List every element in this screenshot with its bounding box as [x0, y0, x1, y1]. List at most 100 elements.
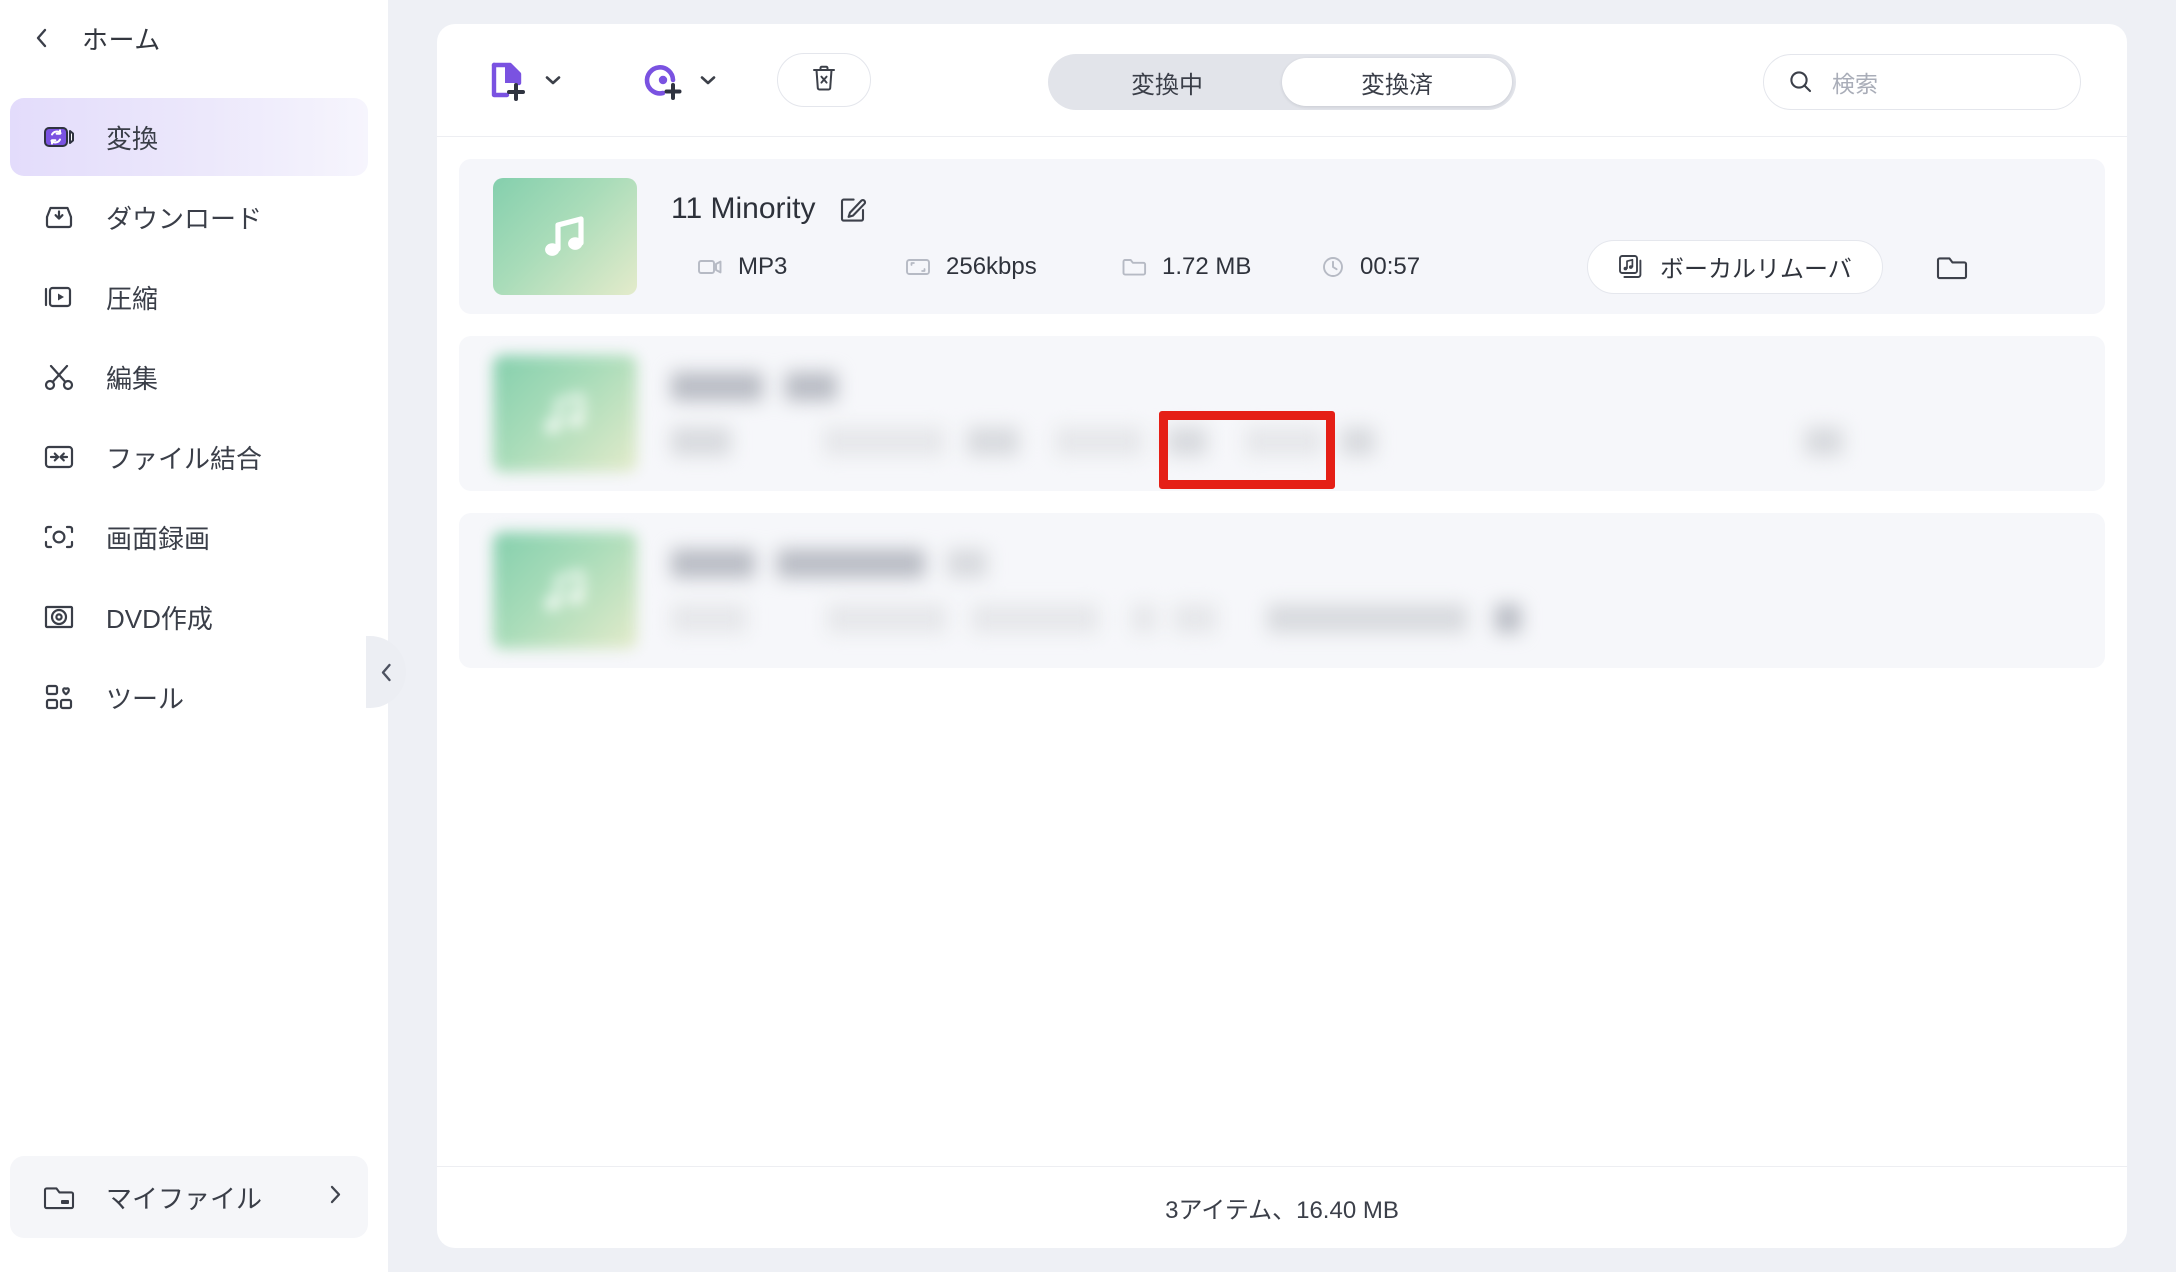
- obscured-meta-row: [671, 426, 2105, 456]
- file-format-value: MP3: [738, 252, 788, 280]
- obscured-block: [1805, 426, 1843, 456]
- sidebar-item-label: 圧縮: [106, 283, 159, 314]
- video-camera-icon: [697, 256, 723, 278]
- tab-converting[interactable]: 変換中: [1052, 58, 1282, 106]
- sidebar-item-screen-record[interactable]: 画面録画: [10, 498, 368, 576]
- sidebar-item-label: ツール: [106, 683, 185, 714]
- clock-icon: [1321, 255, 1345, 279]
- file-thumbnail: [493, 532, 637, 649]
- file-info: 11 Minority MP3 256kbps 1.72 MB 00:57 ボー…: [637, 178, 2105, 295]
- sidebar-header: ホーム: [0, 0, 388, 76]
- sidebar-item-merge[interactable]: ファイル結合: [10, 418, 368, 496]
- sidebar-item-download[interactable]: ダウンロード: [10, 178, 368, 256]
- home-label[interactable]: ホーム: [82, 20, 161, 57]
- obscured-block: [967, 426, 1019, 456]
- obscured-block: [1167, 426, 1207, 456]
- obscured-block: [947, 548, 987, 578]
- content-panel: 変換中 変換済 検索 11 Minority MP3 256kbps 1.72 …: [437, 24, 2127, 1248]
- vocal-remover-button[interactable]: ボーカルリムーバ: [1587, 239, 1883, 294]
- sidebar-item-label: ダウンロード: [106, 203, 263, 234]
- sidebar-item-my-files[interactable]: マイファイル: [10, 1156, 368, 1238]
- table-row[interactable]: 11 Minority MP3 256kbps 1.72 MB 00:57 ボー…: [459, 159, 2105, 489]
- edit-pencil-icon[interactable]: [838, 194, 868, 224]
- music-note-icon: [536, 385, 594, 443]
- add-file-icon: [485, 57, 531, 103]
- sidebar-item-label: DVD作成: [106, 603, 213, 634]
- trash-x-icon: [811, 64, 837, 97]
- obscured-block: [777, 548, 925, 578]
- obscured-block: [1245, 426, 1323, 456]
- folder-icon: [40, 1178, 78, 1216]
- obscured-block: [671, 603, 747, 633]
- add-disc-button[interactable]: [640, 57, 717, 103]
- chevron-left-icon[interactable]: [28, 25, 54, 51]
- file-format: MP3: [671, 253, 905, 281]
- app-window: ホーム 変換 ダウンロード 圧縮 編集 ファイル結合 画面録画 DVD作成 ツー…: [0, 0, 2176, 1272]
- obscured-block: [671, 371, 763, 401]
- search-input[interactable]: 検索: [1832, 65, 1878, 99]
- main-area: 変換中 変換済 検索 11 Minority MP3 256kbps 1.72 …: [388, 0, 2176, 1272]
- sidebar-item-convert[interactable]: 変換: [10, 98, 368, 176]
- vocal-remover-icon: [1618, 254, 1644, 280]
- obscured-meta-row: [671, 603, 2105, 633]
- folder-icon: [1121, 256, 1147, 278]
- file-meta-row: MP3 256kbps 1.72 MB 00:57 ボーカルリムーバ: [671, 239, 2105, 294]
- folder-open-icon[interactable]: [1935, 252, 1969, 282]
- obscured-block: [827, 603, 947, 633]
- toolbox-grid-icon: [40, 678, 78, 716]
- vocal-remover-label: ボーカルリムーバ: [1660, 256, 1852, 283]
- footer-status-bar: 3アイテム、16.40 MB: [437, 1166, 2127, 1248]
- convert-video-icon: [40, 118, 78, 156]
- file-size-value: 1.72 MB: [1162, 252, 1252, 280]
- file-list: 11 Minority MP3 256kbps 1.72 MB 00:57 ボー…: [437, 137, 2127, 1166]
- sidebar-item-edit[interactable]: 編集: [10, 338, 368, 416]
- chevron-right-icon[interactable]: [329, 1184, 342, 1211]
- obscured-title-row: [671, 371, 2105, 401]
- sidebar-item-label: ファイル結合: [106, 443, 263, 474]
- add-disc-icon: [640, 57, 686, 103]
- file-info-obscured: [637, 355, 2105, 472]
- delete-button[interactable]: [777, 53, 871, 107]
- obscured-block: [671, 426, 731, 456]
- file-duration: 00:57: [1321, 253, 1521, 281]
- file-thumbnail: [493, 355, 637, 472]
- sidebar: ホーム 変換 ダウンロード 圧縮 編集 ファイル結合 画面録画 DVD作成 ツー…: [0, 0, 388, 1272]
- obscured-block: [1495, 603, 1521, 633]
- obscured-block: [671, 548, 755, 578]
- sidebar-nav: 変換 ダウンロード 圧縮 編集 ファイル結合 画面録画 DVD作成 ツール: [0, 98, 388, 736]
- table-row[interactable]: [459, 336, 2105, 491]
- table-row[interactable]: [459, 513, 2105, 668]
- music-note-icon: [536, 562, 594, 620]
- chevron-down-icon[interactable]: [544, 71, 562, 89]
- toolbar: 変換中 変換済 検索: [437, 24, 2127, 137]
- scissors-icon: [40, 358, 78, 396]
- toolbar-left-group: [485, 53, 871, 107]
- tab-converted[interactable]: 変換済: [1282, 58, 1512, 106]
- search-icon: [1788, 69, 1814, 95]
- chevron-down-icon[interactable]: [699, 71, 717, 89]
- download-tray-icon: [40, 198, 78, 236]
- status-tabs: 変換中 変換済: [1048, 54, 1516, 110]
- compress-video-icon: [40, 278, 78, 316]
- add-file-button[interactable]: [485, 57, 562, 103]
- file-info-obscured: [637, 532, 2105, 649]
- obscured-block: [823, 426, 945, 456]
- obscured-title-row: [671, 548, 2105, 578]
- obscured-block: [1341, 426, 1375, 456]
- my-files-label: マイファイル: [106, 1183, 263, 1214]
- file-thumbnail: [493, 178, 637, 295]
- sidebar-item-tools[interactable]: ツール: [10, 658, 368, 736]
- search-box[interactable]: 検索: [1763, 54, 2081, 110]
- obscured-block: [785, 371, 837, 401]
- sidebar-item-dvd[interactable]: DVD作成: [10, 578, 368, 656]
- sidebar-item-label: 編集: [106, 363, 159, 394]
- resolution-icon: [905, 256, 931, 278]
- obscured-block: [1173, 603, 1217, 633]
- screen-record-icon: [40, 518, 78, 556]
- obscured-block: [1055, 426, 1143, 456]
- sidebar-item-compress[interactable]: 圧縮: [10, 258, 368, 336]
- file-title-row: 11 Minority: [671, 189, 2105, 229]
- obscured-block: [1131, 603, 1157, 633]
- merge-files-icon: [40, 438, 78, 476]
